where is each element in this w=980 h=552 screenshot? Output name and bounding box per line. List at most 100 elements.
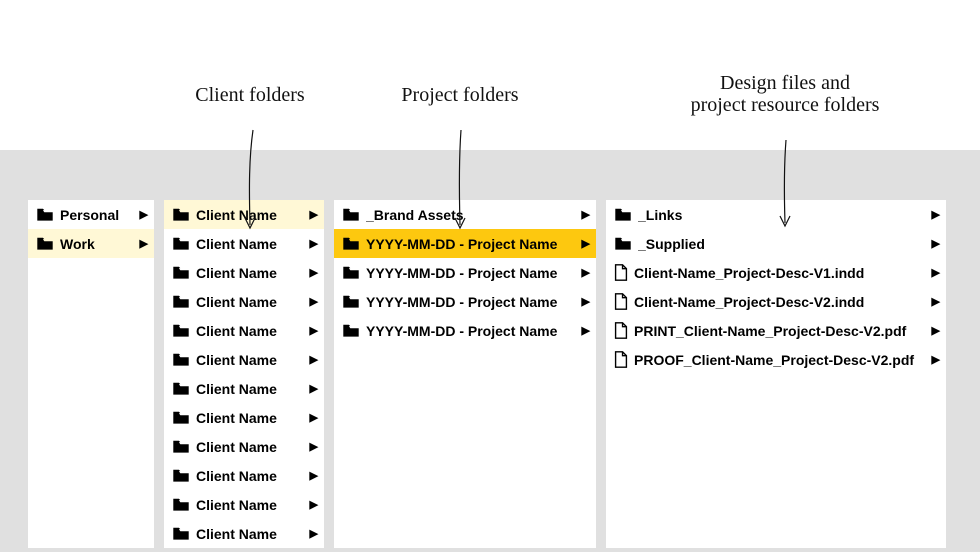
columns: Personal▶Work▶ Client Name▶Client Name▶C…	[0, 200, 980, 548]
item-label: Client Name	[196, 323, 304, 339]
item-label: YYYY-MM-DD - Project Name	[366, 236, 576, 252]
chevron-right-icon: ▶	[310, 324, 318, 337]
chevron-right-icon: ▶	[310, 237, 318, 250]
annotation-label: Design files and project resource folder…	[691, 72, 880, 116]
annotation-projects: Project folders	[370, 62, 550, 128]
list-item[interactable]: PRINT_Client-Name_Project-Desc-V2.pdf ▶	[606, 316, 946, 345]
list-item[interactable]: Client-Name_Project-Desc-V1.indd ▶	[606, 258, 946, 287]
chevron-right-icon: ▶	[582, 237, 590, 250]
column-clients: Client Name ▶ Client Name ▶ Client Name ▶ Clie…	[164, 200, 324, 548]
annotation-label: Project folders	[401, 84, 518, 106]
list-item[interactable]: Client Name ▶	[164, 519, 324, 548]
folder-icon	[614, 237, 632, 251]
list-item[interactable]: YYYY-MM-DD - Project Name ▶	[334, 287, 596, 316]
chevron-right-icon: ▶	[310, 353, 318, 366]
item-label: Client Name	[196, 526, 304, 542]
list-item[interactable]: Client Name▶	[164, 287, 324, 316]
file-icon	[614, 293, 628, 310]
chevron-right-icon: ▶	[932, 237, 940, 250]
folder-icon	[172, 498, 190, 512]
folder-icon	[172, 237, 190, 251]
chevron-right-icon: ▶	[310, 527, 318, 540]
file-icon	[614, 351, 628, 368]
annotation-clients: Client folders	[170, 62, 330, 128]
arrow-icon	[235, 128, 265, 232]
chevron-right-icon: ▶	[310, 382, 318, 395]
folder-icon	[172, 527, 190, 541]
annotation-label: Client folders	[195, 84, 304, 106]
item-label: Client-Name_Project-Desc-V1.indd	[634, 265, 926, 281]
item-label: Work	[60, 236, 134, 252]
item-label: YYYY-MM-DD - Project Name	[366, 265, 576, 281]
item-label: Client Name	[196, 352, 304, 368]
folder-icon	[172, 266, 190, 280]
item-label: YYYY-MM-DD - Project Name	[366, 294, 576, 310]
folder-icon	[342, 237, 360, 251]
list-item[interactable]: Work ▶	[28, 229, 154, 258]
chevron-right-icon: ▶	[310, 208, 318, 221]
list-item[interactable]: Client Name ▶	[164, 461, 324, 490]
chevron-right-icon: ▶	[932, 208, 940, 221]
item-label: Client Name	[196, 294, 304, 310]
list-item[interactable]: YYYY-MM-DD - Project Name ▶	[334, 229, 596, 258]
folder-icon	[342, 208, 360, 222]
item-label: Client Name	[196, 381, 304, 397]
folder-icon	[172, 440, 190, 454]
item-label: Client Name	[196, 410, 304, 426]
chevron-right-icon: ▶	[932, 266, 940, 279]
list-item[interactable]: Client Name ▶	[164, 374, 324, 403]
annotations-region: Client folders Project folders Design fi…	[0, 0, 980, 150]
column-projects: _Brand Assets▶YYYY-MM-DD - Project Name▶…	[334, 200, 596, 548]
list-item[interactable]: Client Name ▶	[164, 403, 324, 432]
item-label: Client Name	[196, 236, 304, 252]
columns-background: Personal▶Work▶ Client Name▶Client Name▶C…	[0, 150, 980, 552]
list-item[interactable]: _Supplied▶	[606, 229, 946, 258]
list-item[interactable]: YYYY-MM-DD - Project Name▶	[334, 258, 596, 287]
chevron-right-icon: ▶	[582, 208, 590, 221]
file-icon	[614, 322, 628, 339]
folder-icon	[172, 411, 190, 425]
arrow-icon	[445, 128, 475, 232]
folder-icon	[36, 237, 54, 251]
chevron-right-icon: ▶	[582, 295, 590, 308]
chevron-right-icon: ▶	[932, 353, 940, 366]
item-label: Client Name	[196, 468, 304, 484]
folder-icon	[172, 382, 190, 396]
chevron-right-icon: ▶	[310, 440, 318, 453]
item-label: Client Name	[196, 265, 304, 281]
file-icon	[614, 264, 628, 281]
item-label: PRINT_Client-Name_Project-Desc-V2.pdf	[634, 323, 926, 339]
item-label: Client Name	[196, 439, 304, 455]
list-item[interactable]: Client Name ▶	[164, 432, 324, 461]
list-item[interactable]: Client-Name_Project-Desc-V2.indd▶	[606, 287, 946, 316]
column-files: _Links▶_Supplied▶Client-Name_Project-Des…	[606, 200, 946, 548]
folder-icon	[342, 324, 360, 338]
list-item[interactable]: PROOF_Client-Name_Project-Desc-V2.pdf ▶	[606, 345, 946, 374]
list-item[interactable]: Client Name▶	[164, 490, 324, 519]
list-item[interactable]: Client Name▶	[164, 258, 324, 287]
chevron-right-icon: ▶	[140, 208, 148, 221]
chevron-right-icon: ▶	[310, 411, 318, 424]
chevron-right-icon: ▶	[932, 324, 940, 337]
folder-icon	[342, 295, 360, 309]
column-root: Personal▶ Work ▶	[28, 200, 154, 548]
list-item[interactable]: Client Name ▶	[164, 316, 324, 345]
list-item[interactable]: Client Name ▶	[164, 229, 324, 258]
folder-icon	[614, 208, 632, 222]
list-item[interactable]: Personal▶	[28, 200, 154, 229]
chevron-right-icon: ▶	[582, 324, 590, 337]
annotation-files: Design files and project resource folder…	[670, 50, 900, 138]
folder-icon	[342, 266, 360, 280]
arrow-icon	[770, 138, 800, 230]
folder-icon	[172, 208, 190, 222]
list-item[interactable]: YYYY-MM-DD - Project Name ▶	[334, 316, 596, 345]
list-item[interactable]: Client Name ▶	[164, 345, 324, 374]
folder-icon	[172, 353, 190, 367]
folder-icon	[172, 295, 190, 309]
item-label: YYYY-MM-DD - Project Name	[366, 323, 576, 339]
folder-icon	[36, 208, 54, 222]
chevron-right-icon: ▶	[310, 469, 318, 482]
item-label: PROOF_Client-Name_Project-Desc-V2.pdf	[634, 352, 926, 368]
chevron-right-icon: ▶	[140, 237, 148, 250]
folder-icon	[172, 324, 190, 338]
